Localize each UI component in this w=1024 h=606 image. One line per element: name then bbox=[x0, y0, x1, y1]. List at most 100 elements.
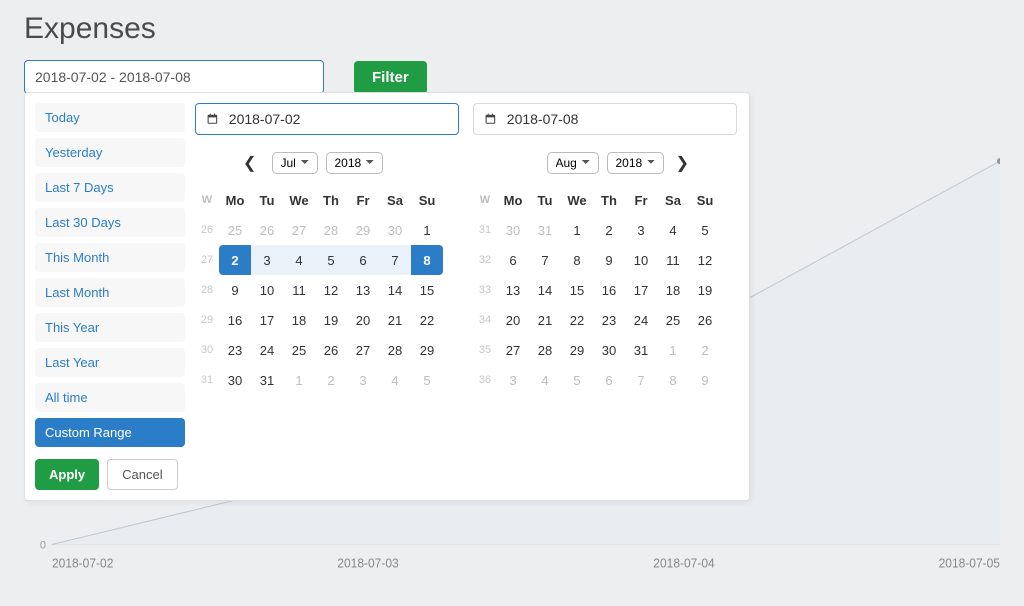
calendar-day[interactable]: 14 bbox=[379, 275, 411, 305]
calendar-day[interactable]: 24 bbox=[251, 335, 283, 365]
calendar-day[interactable]: 20 bbox=[347, 305, 379, 335]
calendar-day[interactable]: 7 bbox=[379, 245, 411, 275]
calendar-day[interactable]: 4 bbox=[379, 365, 411, 395]
right-month-select[interactable]: Aug bbox=[547, 152, 599, 174]
calendar-day[interactable]: 20 bbox=[497, 305, 529, 335]
calendar-day[interactable]: 27 bbox=[497, 335, 529, 365]
calendar-day[interactable]: 28 bbox=[529, 335, 561, 365]
calendar-day[interactable]: 25 bbox=[219, 215, 251, 245]
calendar-day[interactable]: 7 bbox=[529, 245, 561, 275]
left-date-field[interactable] bbox=[195, 103, 459, 135]
calendar-day[interactable]: 22 bbox=[411, 305, 443, 335]
calendar-day[interactable]: 9 bbox=[219, 275, 251, 305]
calendar-day[interactable]: 19 bbox=[689, 275, 721, 305]
calendar-day[interactable]: 8 bbox=[657, 365, 689, 395]
calendar-day[interactable]: 28 bbox=[315, 215, 347, 245]
calendar-day[interactable]: 29 bbox=[561, 335, 593, 365]
preset-this-month[interactable]: This Month bbox=[35, 243, 185, 272]
preset-last-30-days[interactable]: Last 30 Days bbox=[35, 208, 185, 237]
calendar-day[interactable]: 31 bbox=[625, 335, 657, 365]
calendar-day[interactable]: 27 bbox=[347, 335, 379, 365]
preset-custom-range[interactable]: Custom Range bbox=[35, 418, 185, 447]
calendar-day[interactable]: 1 bbox=[283, 365, 315, 395]
preset-this-year[interactable]: This Year bbox=[35, 313, 185, 342]
calendar-day[interactable]: 12 bbox=[689, 245, 721, 275]
calendar-day[interactable]: 17 bbox=[251, 305, 283, 335]
calendar-day[interactable]: 29 bbox=[411, 335, 443, 365]
calendar-day[interactable]: 30 bbox=[497, 215, 529, 245]
calendar-day[interactable]: 26 bbox=[689, 305, 721, 335]
calendar-day[interactable]: 15 bbox=[411, 275, 443, 305]
calendar-day[interactable]: 24 bbox=[625, 305, 657, 335]
calendar-day[interactable]: 25 bbox=[657, 305, 689, 335]
left-date-input[interactable] bbox=[227, 110, 448, 128]
preset-last-month[interactable]: Last Month bbox=[35, 278, 185, 307]
calendar-day[interactable]: 30 bbox=[219, 365, 251, 395]
calendar-day[interactable]: 9 bbox=[689, 365, 721, 395]
calendar-day[interactable]: 5 bbox=[411, 365, 443, 395]
calendar-day[interactable]: 23 bbox=[593, 305, 625, 335]
calendar-day[interactable]: 23 bbox=[219, 335, 251, 365]
calendar-day[interactable]: 17 bbox=[625, 275, 657, 305]
preset-all-time[interactable]: All time bbox=[35, 383, 185, 412]
left-month-select[interactable]: Jul bbox=[272, 152, 318, 174]
calendar-day[interactable]: 22 bbox=[561, 305, 593, 335]
preset-today[interactable]: Today bbox=[35, 103, 185, 132]
right-date-input[interactable] bbox=[505, 110, 726, 128]
calendar-day[interactable]: 4 bbox=[283, 245, 315, 275]
calendar-day[interactable]: 8 bbox=[561, 245, 593, 275]
calendar-day[interactable]: 6 bbox=[497, 245, 529, 275]
calendar-day[interactable]: 31 bbox=[251, 365, 283, 395]
calendar-day[interactable]: 10 bbox=[251, 275, 283, 305]
calendar-day[interactable]: 2 bbox=[315, 365, 347, 395]
calendar-day[interactable]: 7 bbox=[625, 365, 657, 395]
apply-button[interactable]: Apply bbox=[35, 459, 99, 490]
calendar-day[interactable]: 2 bbox=[593, 215, 625, 245]
date-range-input[interactable] bbox=[24, 60, 324, 94]
prev-month-button[interactable]: ❮ bbox=[243, 153, 256, 173]
calendar-day[interactable]: 5 bbox=[689, 215, 721, 245]
calendar-day[interactable]: 27 bbox=[283, 215, 315, 245]
calendar-day[interactable]: 2 bbox=[219, 245, 251, 275]
calendar-day[interactable]: 5 bbox=[561, 365, 593, 395]
right-date-field[interactable] bbox=[473, 103, 737, 135]
calendar-day[interactable]: 12 bbox=[315, 275, 347, 305]
preset-yesterday[interactable]: Yesterday bbox=[35, 138, 185, 167]
calendar-day[interactable]: 2 bbox=[689, 335, 721, 365]
preset-last-year[interactable]: Last Year bbox=[35, 348, 185, 377]
calendar-day[interactable]: 11 bbox=[283, 275, 315, 305]
calendar-day[interactable]: 19 bbox=[315, 305, 347, 335]
calendar-day[interactable]: 14 bbox=[529, 275, 561, 305]
calendar-day[interactable]: 13 bbox=[497, 275, 529, 305]
calendar-day[interactable]: 30 bbox=[379, 215, 411, 245]
calendar-day[interactable]: 5 bbox=[315, 245, 347, 275]
calendar-day[interactable]: 31 bbox=[529, 215, 561, 245]
calendar-day[interactable]: 1 bbox=[561, 215, 593, 245]
calendar-day[interactable]: 3 bbox=[251, 245, 283, 275]
calendar-day[interactable]: 15 bbox=[561, 275, 593, 305]
calendar-day[interactable]: 18 bbox=[283, 305, 315, 335]
calendar-day[interactable]: 25 bbox=[283, 335, 315, 365]
calendar-day[interactable]: 10 bbox=[625, 245, 657, 275]
calendar-day[interactable]: 1 bbox=[411, 215, 443, 245]
right-year-select[interactable]: 2018 bbox=[607, 152, 664, 174]
calendar-day[interactable]: 6 bbox=[593, 365, 625, 395]
calendar-day[interactable]: 13 bbox=[347, 275, 379, 305]
calendar-day[interactable]: 16 bbox=[219, 305, 251, 335]
next-month-button[interactable]: ❯ bbox=[676, 153, 689, 173]
preset-last-7-days[interactable]: Last 7 Days bbox=[35, 173, 185, 202]
calendar-day[interactable]: 11 bbox=[657, 245, 689, 275]
calendar-day[interactable]: 18 bbox=[657, 275, 689, 305]
calendar-day[interactable]: 9 bbox=[593, 245, 625, 275]
calendar-day[interactable]: 1 bbox=[657, 335, 689, 365]
filter-button[interactable]: Filter bbox=[354, 61, 427, 94]
calendar-day[interactable]: 3 bbox=[497, 365, 529, 395]
calendar-day[interactable]: 29 bbox=[347, 215, 379, 245]
calendar-day[interactable]: 4 bbox=[529, 365, 561, 395]
calendar-day[interactable]: 3 bbox=[347, 365, 379, 395]
calendar-day[interactable]: 4 bbox=[657, 215, 689, 245]
calendar-day[interactable]: 26 bbox=[315, 335, 347, 365]
calendar-day[interactable]: 28 bbox=[379, 335, 411, 365]
calendar-day[interactable]: 26 bbox=[251, 215, 283, 245]
cancel-button[interactable]: Cancel bbox=[107, 459, 177, 490]
